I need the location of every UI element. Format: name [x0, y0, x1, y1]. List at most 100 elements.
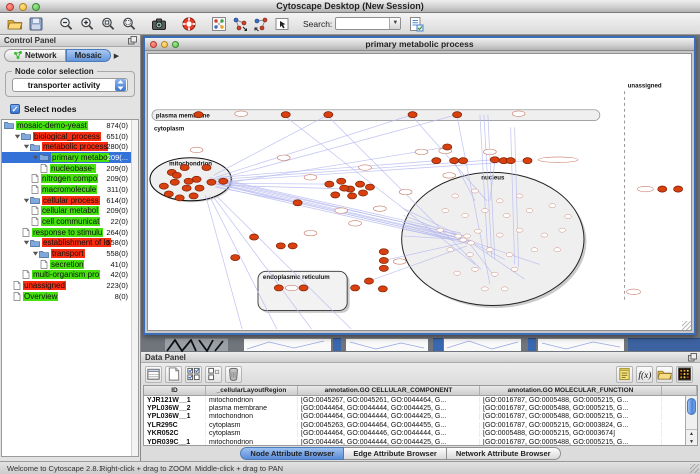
- network-node[interactable]: [180, 164, 189, 170]
- compartment-nucleus[interactable]: [402, 172, 584, 305]
- column-header[interactable]: _cellularLayoutRegion: [206, 386, 298, 395]
- search-dropdown-icon[interactable]: ▼: [389, 18, 400, 29]
- network-edge[interactable]: [217, 115, 457, 180]
- network-edge[interactable]: [209, 196, 276, 329]
- network-node[interactable]: [358, 190, 367, 196]
- table-cell[interactable]: [GO:0005488, GO:0005215, GO:0003674]: [480, 430, 662, 437]
- network-node[interactable]: [293, 200, 302, 206]
- background-window[interactable]: [444, 338, 521, 351]
- network-node[interactable]: [337, 178, 346, 184]
- table-row[interactable]: YDR039C__1mitochondrion[GO:0044464, GO:0…: [144, 438, 697, 446]
- annotation-icon[interactable]: [273, 15, 291, 32]
- network-node[interactable]: [516, 228, 523, 232]
- network-node[interactable]: [288, 243, 297, 249]
- network-node[interactable]: [462, 213, 469, 217]
- network-node[interactable]: [450, 158, 459, 164]
- network-canvas[interactable]: plasma membranecytoplasmmitochondrionnuc…: [147, 53, 692, 331]
- snapshot-icon[interactable]: [150, 15, 168, 32]
- tab-network-attribute-browser[interactable]: Network Attribute Browser: [447, 447, 561, 460]
- tree-row[interactable]: nitrogen compo209(0): [2, 173, 138, 184]
- network-node[interactable]: [482, 287, 489, 291]
- table-row[interactable]: YJR121W__1mitochondrion[GO:0045267, GO:0…: [144, 396, 697, 404]
- table-cell[interactable]: YDR039C__1: [144, 439, 206, 446]
- network-node[interactable]: [565, 214, 572, 218]
- network-node[interactable]: [373, 206, 386, 211]
- delete-attribute-icon[interactable]: [225, 366, 242, 383]
- network-node[interactable]: [379, 265, 388, 271]
- network-node[interactable]: [486, 248, 493, 252]
- app-resize-grip[interactable]: [690, 464, 699, 473]
- network-node[interactable]: [365, 184, 374, 190]
- network-node[interactable]: [184, 178, 193, 184]
- network-node[interactable]: [325, 181, 334, 187]
- attribute-matrix-icon[interactable]: [676, 366, 693, 383]
- table-cell[interactable]: [GO:0016787, GO:0005488, GO:0005215, G..…: [480, 439, 662, 446]
- tab-scroll-right-icon[interactable]: ▶: [114, 52, 119, 60]
- table-cell[interactable]: [GO:0045263, GO:0044464, GO:0044455, G..…: [298, 422, 480, 429]
- network-node[interactable]: [219, 178, 228, 184]
- expand-arrow-icon[interactable]: [13, 133, 21, 140]
- table-cell[interactable]: [GO:0044464, GO:0044444, GO:0044425, G..…: [298, 405, 480, 412]
- tree-row[interactable]: response to stimulu264(0): [2, 227, 138, 238]
- network-node[interactable]: [207, 179, 216, 185]
- expand-arrow-icon[interactable]: [22, 197, 30, 204]
- tree-row[interactable]: unassigned223(0): [2, 280, 138, 291]
- network-node[interactable]: [637, 186, 653, 191]
- attribute-notes-icon[interactable]: [616, 366, 633, 383]
- network-node[interactable]: [443, 173, 456, 178]
- import-attributes-icon[interactable]: [656, 366, 673, 383]
- network-node[interactable]: [159, 183, 168, 189]
- background-window[interactable]: [628, 338, 700, 351]
- unselect-attributes-icon[interactable]: [205, 366, 222, 383]
- network-node[interactable]: [304, 230, 317, 235]
- scrollbar-arrows-icon[interactable]: ▲▼: [686, 429, 697, 445]
- network-node[interactable]: [164, 191, 173, 197]
- network-edge[interactable]: [205, 195, 242, 329]
- network-node[interactable]: [324, 112, 333, 118]
- network-node[interactable]: [379, 257, 388, 263]
- table-cell[interactable]: mitochondrion: [206, 413, 298, 420]
- open-session-icon[interactable]: [6, 15, 24, 32]
- table-cell[interactable]: plasma membrane: [206, 405, 298, 412]
- network-node[interactable]: [526, 209, 533, 213]
- network-node[interactable]: [464, 234, 471, 238]
- network-node[interactable]: [467, 253, 474, 257]
- table-cell[interactable]: YKR052C: [144, 430, 206, 437]
- combo-arrows-icon[interactable]: [115, 79, 126, 91]
- column-header[interactable]: ID: [144, 386, 206, 395]
- help-icon[interactable]: [180, 15, 198, 32]
- background-window[interactable]: [346, 338, 428, 351]
- tree-row[interactable]: establishment of lo558(0): [2, 238, 138, 249]
- tree-row[interactable]: nucleobase-209(0): [2, 163, 138, 174]
- network-edge[interactable]: [217, 183, 329, 184]
- table-cell[interactable]: YPL036W__1: [144, 413, 206, 420]
- network-node[interactable]: [172, 172, 181, 178]
- network-node[interactable]: [559, 228, 566, 232]
- tab-network[interactable]: Network: [4, 49, 66, 62]
- table-cell[interactable]: cytoplasm: [206, 422, 298, 429]
- table-row[interactable]: YPL036W__2plasma membrane[GO:0044464, GO…: [144, 404, 697, 412]
- node-color-select[interactable]: transporter activity: [12, 78, 128, 92]
- table-cell[interactable]: YLR295C: [144, 422, 206, 429]
- network-node[interactable]: [355, 181, 364, 187]
- layout-force-icon[interactable]: [252, 15, 270, 32]
- network-node[interactable]: [674, 186, 683, 192]
- tree-scrollbar[interactable]: [131, 120, 138, 456]
- network-node[interactable]: [285, 285, 298, 290]
- network-node[interactable]: [496, 233, 503, 237]
- table-cell[interactable]: YJR121W__1: [144, 397, 206, 404]
- tree-row[interactable]: biological_process651(0): [2, 131, 138, 142]
- tree-row[interactable]: Overview8(0): [2, 291, 138, 302]
- network-node[interactable]: [472, 189, 479, 193]
- network-node[interactable]: [483, 149, 496, 154]
- network-edge[interactable]: [225, 147, 447, 183]
- table-cell[interactable]: YPL036W__2: [144, 405, 206, 412]
- tree-row[interactable]: metabolic process280(0): [2, 141, 138, 152]
- network-node[interactable]: [468, 241, 475, 245]
- float-panel-icon[interactable]: [688, 353, 697, 364]
- network-node[interactable]: [299, 285, 308, 291]
- network-node[interactable]: [335, 208, 348, 213]
- network-node[interactable]: [490, 157, 499, 163]
- attribute-table-header[interactable]: ID_cellularLayoutRegionannotation.GO CEL…: [144, 386, 697, 396]
- network-node[interactable]: [349, 221, 362, 226]
